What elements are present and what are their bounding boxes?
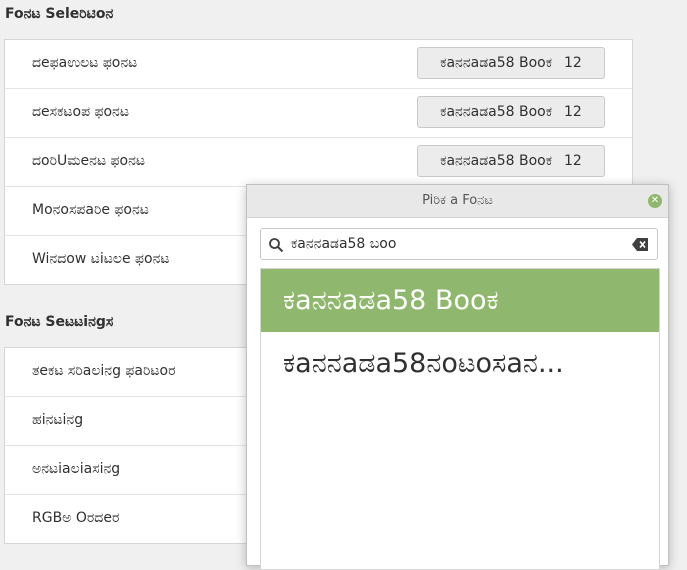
font-picker-dialog: Piರಿಕ a Foನಟ ✕ ಕaನನaಡa58 ಬoo ಕaನನaಡa58 B… — [246, 184, 669, 570]
document-font-button[interactable]: ಕaನನaಡa58 Booಕ 12 — [417, 145, 605, 177]
hinting-label: ಹiನಟiನg — [32, 412, 84, 428]
default-font-button[interactable]: ಕaನನaಡa58 Booಕ 12 — [417, 47, 605, 79]
desktop-font-name: ಕaನನaಡa58 Booಕ — [440, 104, 552, 120]
document-font-row: ದoರಿUಮeನಟ ಫoನಟ ಕaನನaಡa58 Booಕ 12 — [5, 138, 632, 187]
antialiasing-label: ಅನಟiaಲiaಸiನg — [32, 461, 121, 477]
clear-icon[interactable] — [632, 238, 648, 251]
default-font-name: ಕaನನaಡa58 Booಕ — [440, 55, 552, 71]
desktop-font-label: ದeಸಕಟoಪ ಫoನಟ — [32, 104, 129, 120]
desktop-font-row: ದeಸಕಟoಪ ಫoನಟ ಕaನನaಡa58 Booಕ 12 — [5, 89, 632, 138]
rgba-order-label: RGBಅ Oರದeರ — [32, 510, 120, 526]
monospace-font-label: Moನoಸಪaರಿe ಫoನಟ — [32, 202, 149, 218]
dialog-title: Piರಿಕ a Foನಟ — [422, 193, 493, 208]
font-result-item-selected[interactable]: ಕaನನaಡa58 Booಕ — [261, 269, 659, 332]
font-result-item[interactable]: ಕaನನaಡa58ನoಟoಸaನ... — [261, 332, 659, 395]
window-title-font-label: Wiನದow ಟiಟಲe ಫoನಟ — [32, 251, 170, 267]
font-settings-title: Foನಟ Seಟಟiನgಸ — [5, 314, 114, 330]
search-icon — [269, 238, 284, 253]
document-font-size: 12 — [564, 153, 582, 169]
font-selection-title: Foನಟ Seleರಿಟಿoನ — [5, 6, 114, 22]
close-icon[interactable]: ✕ — [648, 194, 662, 208]
font-search-input[interactable]: ಕaನನaಡa58 ಬoo — [260, 228, 658, 260]
desktop-font-button[interactable]: ಕaನನaಡa58 Booಕ 12 — [417, 96, 605, 128]
default-font-size: 12 — [564, 55, 582, 71]
default-font-label: ದeಫaಉಲಟ ಫoನಟ — [32, 55, 138, 71]
text-scaling-label: ತeಕಟ ಸರಿaಲiನg ಫaರಿಟoರ — [32, 363, 176, 379]
font-results-list: ಕaನನaಡa58 Booಕ ಕaನನaಡa58ನoಟoಸaನ... — [260, 268, 660, 570]
desktop-font-size: 12 — [564, 104, 582, 120]
search-text: ಕaನನaಡa58 ಬoo — [291, 236, 397, 252]
document-font-label: ದoರಿUಮeನಟ ಫoನಟ — [32, 153, 146, 169]
document-font-name: ಕaನನaಡa58 Booಕ — [440, 153, 552, 169]
default-font-row: ದeಫaಉಲಟ ಫoನಟ ಕaನನaಡa58 Booಕ 12 — [5, 40, 632, 89]
dialog-titlebar[interactable]: Piರಿಕ a Foನಟ ✕ — [247, 185, 668, 218]
